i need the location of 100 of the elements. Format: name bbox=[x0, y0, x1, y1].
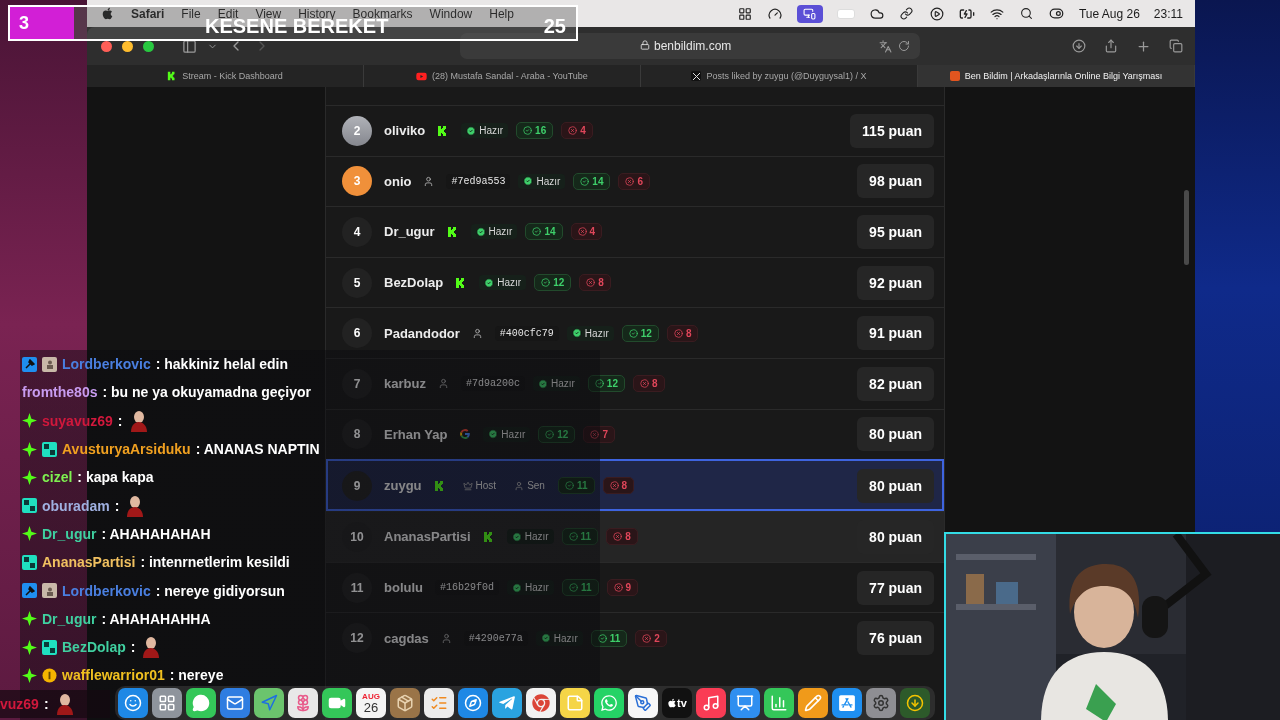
score: 82 puan bbox=[857, 366, 934, 401]
sidebar-icon[interactable] bbox=[182, 38, 197, 54]
cross-icon bbox=[586, 278, 596, 288]
correct-count: 11 bbox=[561, 579, 599, 597]
leaderboard-row[interactable]: 3 onio #7ed9a553 Hazır 14 6 98 puan bbox=[326, 155, 944, 207]
score: 77 puan bbox=[857, 570, 934, 605]
download-app-icon[interactable] bbox=[900, 688, 930, 718]
chrome-app-icon[interactable] bbox=[526, 688, 556, 718]
new-tab-icon[interactable] bbox=[1136, 38, 1151, 54]
score: 95 puan bbox=[857, 215, 934, 249]
pencil-app-icon[interactable] bbox=[798, 688, 828, 718]
reload-icon[interactable] bbox=[898, 40, 910, 52]
leaderboard-row[interactable]: 6 Padandodor #400cfc79 Hazır 12 8 91 puan bbox=[326, 307, 944, 358]
leaderboard-row[interactable]: 4 Dr_ugur Hazır 14 4 95 puan bbox=[326, 206, 944, 257]
logo-icon bbox=[459, 428, 472, 441]
apple-icon[interactable] bbox=[101, 7, 114, 20]
close-icon[interactable] bbox=[101, 40, 112, 52]
check-icon bbox=[537, 378, 548, 389]
check-icon bbox=[523, 126, 533, 136]
podium-app-icon[interactable] bbox=[730, 688, 760, 718]
chat-username: oburadam bbox=[42, 497, 110, 514]
minimize-icon[interactable] bbox=[122, 40, 133, 52]
notepad-app-icon[interactable] bbox=[560, 688, 590, 718]
leaderboard-row[interactable]: 7 karbuz #7d9a200c Hazır 12 8 82 puan bbox=[326, 357, 944, 409]
plane-app-icon[interactable] bbox=[492, 688, 522, 718]
tv-app-icon[interactable]: tv bbox=[662, 688, 692, 718]
x-logo-icon bbox=[691, 71, 702, 81]
mail-app-icon[interactable] bbox=[220, 688, 250, 718]
player-name: zuygu bbox=[384, 478, 422, 494]
bubble-app-icon[interactable] bbox=[186, 688, 216, 718]
address-field[interactable]: benbildim.com bbox=[460, 33, 920, 59]
check-icon bbox=[484, 277, 495, 288]
calendar-app-icon[interactable]: AUG 26 bbox=[356, 688, 386, 718]
player-id: #7ed9a553 bbox=[446, 173, 511, 189]
cross-icon bbox=[590, 429, 600, 439]
cross-icon bbox=[609, 481, 619, 491]
leaderboard-row[interactable]: 5 BezDolap Hazır 12 8 92 puan bbox=[326, 256, 944, 308]
screen-mirror-icon[interactable] bbox=[796, 4, 823, 23]
menu-item[interactable]: Window bbox=[429, 6, 473, 21]
rank-badge: 5 bbox=[342, 267, 372, 298]
check-icon bbox=[568, 532, 578, 542]
tabs-overview-icon[interactable] bbox=[1169, 39, 1183, 53]
sparkle-icon bbox=[22, 413, 37, 429]
chat-username: AvusturyaArsiduku bbox=[62, 441, 191, 458]
rank-badge: 6 bbox=[342, 318, 372, 349]
chat-username: Lordberkovic bbox=[62, 356, 151, 373]
emote-icon bbox=[140, 636, 161, 659]
coin-icon bbox=[42, 667, 57, 683]
zoom-icon[interactable] bbox=[143, 40, 154, 52]
person-icon bbox=[437, 378, 449, 390]
person-icon bbox=[514, 480, 525, 491]
chat-username: Lordberkovic bbox=[62, 582, 151, 599]
whatsapp-app-icon[interactable] bbox=[594, 688, 624, 718]
chart-app-icon[interactable] bbox=[764, 688, 794, 718]
flower-app-icon[interactable] bbox=[288, 688, 318, 718]
camera-app-icon[interactable] bbox=[322, 688, 352, 718]
rank-badge: 11 bbox=[342, 572, 372, 603]
scrollbar[interactable] bbox=[1184, 190, 1189, 265]
download-icon[interactable] bbox=[1072, 39, 1086, 53]
cross-icon bbox=[577, 227, 587, 237]
share-icon[interactable] bbox=[1104, 39, 1118, 53]
grid-app-icon[interactable] bbox=[152, 688, 182, 718]
appstore-app-icon[interactable] bbox=[832, 688, 862, 718]
status-tag: Hazır bbox=[506, 529, 554, 545]
finder-app-icon[interactable] bbox=[118, 688, 148, 718]
list-app-icon[interactable] bbox=[424, 688, 454, 718]
leaderboard-row[interactable]: 10 AnanasPartisi Hazır 11 8 80 puan bbox=[326, 511, 944, 562]
compass-app-icon[interactable] bbox=[458, 688, 488, 718]
pen-app-icon[interactable] bbox=[628, 688, 658, 718]
chat-message: : bbox=[117, 412, 123, 429]
app-menu[interactable]: Safari bbox=[131, 6, 165, 21]
leaderboard-row[interactable]: 11 bolulu #16b29f0d Hazır 11 9 77 puan bbox=[326, 561, 944, 613]
player-name: cagdas bbox=[384, 630, 429, 646]
chat-message: : nereye gidiyorsun bbox=[155, 582, 285, 599]
check-icon bbox=[540, 633, 551, 644]
wrong-count: 8 bbox=[606, 528, 638, 546]
logo-icon bbox=[167, 71, 178, 81]
wrong-count: 2 bbox=[635, 629, 667, 647]
menu-item[interactable]: Help bbox=[489, 6, 514, 21]
chat-message: : AHAHAHAHAH bbox=[101, 525, 211, 542]
chat-message: : ANANAS NAPTIN bbox=[195, 441, 320, 458]
translate-icon[interactable] bbox=[879, 39, 892, 53]
leaderboard-row[interactable]: 9 zuygu Host Sen 11 8 80 puan bbox=[326, 459, 944, 512]
rank-badge: 12 bbox=[342, 623, 372, 654]
gear-app-icon[interactable] bbox=[866, 688, 896, 718]
menu-item[interactable]: File bbox=[181, 6, 201, 21]
map-app-icon[interactable] bbox=[254, 688, 284, 718]
link-icon[interactable] bbox=[898, 4, 915, 23]
correct-count: 16 bbox=[516, 122, 554, 140]
browser-tab[interactable]: Ben Bildim | Arkadaşlarınla Online Bilgi Yarışması bbox=[918, 65, 1195, 87]
score: 76 puan bbox=[857, 621, 934, 656]
chat-message: : bbox=[130, 639, 136, 656]
check-icon bbox=[475, 227, 486, 237]
player-name: onio bbox=[384, 173, 412, 189]
chat-username: vuz69 bbox=[0, 695, 39, 712]
leaderboard-row[interactable]: 12 cagdas #4290e77a Hazır 11 2 76 puan bbox=[326, 612, 944, 663]
leaderboard-row[interactable]: 2 oliviko Hazır 16 4 115 puan bbox=[326, 105, 944, 156]
check-icon bbox=[580, 176, 590, 186]
box-app-icon[interactable] bbox=[390, 688, 420, 718]
music-app-icon[interactable] bbox=[696, 688, 726, 718]
